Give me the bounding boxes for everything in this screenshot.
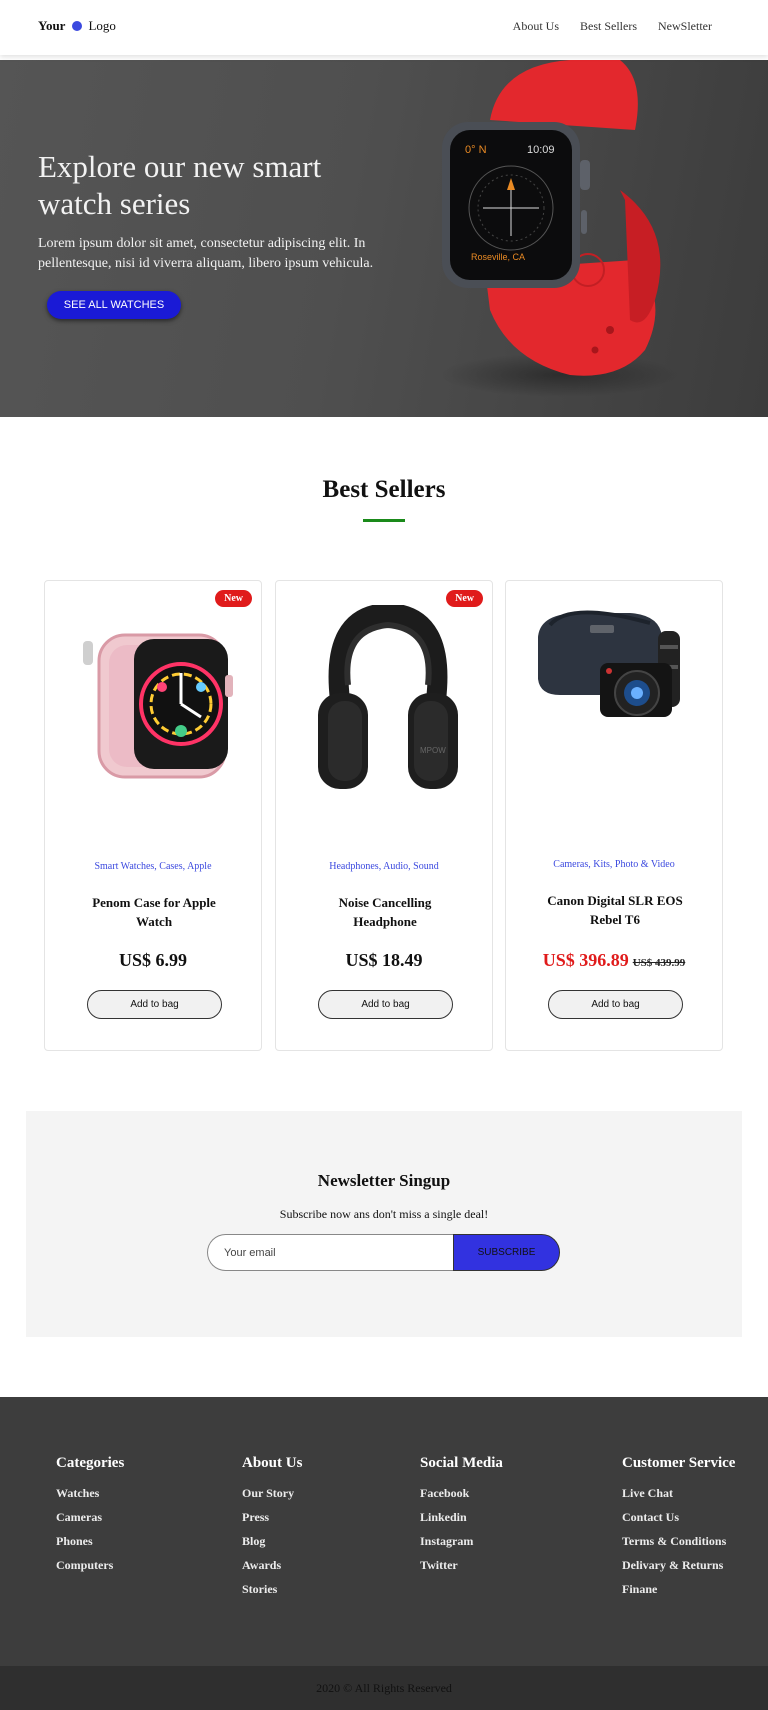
footer-link-twitter[interactable]: Twitter (420, 1553, 503, 1577)
add-to-bag-button[interactable]: Add to bag (318, 990, 453, 1019)
price-value: US$ 6.99 (118, 950, 187, 970)
nav-link-about-us[interactable]: About Us (513, 19, 559, 34)
newsletter-form: SUBSCRIBE (207, 1234, 560, 1271)
watch-case-icon (83, 633, 233, 779)
newsletter-section: Newsletter Singup Subscribe now ans don'… (26, 1111, 742, 1337)
footer-link-terms[interactable]: Terms & Conditions (622, 1529, 735, 1553)
footer-link-press[interactable]: Press (242, 1505, 302, 1529)
headphone-icon: MPOW (318, 605, 458, 789)
footer-link-finance[interactable]: Finane (622, 1577, 735, 1601)
product-card: New Smart Watches, Cases, Apple Penom Ca… (44, 580, 262, 1051)
logo-dot-icon (72, 21, 83, 31)
footer-link-computers[interactable]: Computers (56, 1553, 124, 1577)
footer-link-our-story[interactable]: Our Story (242, 1481, 302, 1505)
site-footer: Categories Watches Cameras Phones Comput… (0, 1397, 768, 1666)
price-value: US$ 18.49 (345, 950, 423, 970)
logo-word-your: Your (38, 18, 66, 33)
sale-price-value: US$ 396.89 (542, 950, 629, 970)
footer-link-linkedin[interactable]: Linkedin (420, 1505, 503, 1529)
title-underline (363, 519, 405, 522)
top-navbar: Your Logo About Us Best Sellers NewSlett… (0, 0, 768, 55)
hero-title: Explore our new smart watch series (38, 149, 322, 221)
nav-link-best-sellers[interactable]: Best Sellers (580, 19, 637, 34)
footer-link-awards[interactable]: Awards (242, 1553, 302, 1577)
copyright-bar: 2020 © All Rights Reserved (0, 1666, 768, 1710)
subscribe-button[interactable]: SUBSCRIBE (453, 1234, 560, 1271)
product-name[interactable]: Noise Cancelling Headphone (310, 893, 460, 931)
best-sellers-title: Best Sellers (322, 476, 446, 503)
footer-column-about-us: About Us Our Story Press Blog Awards Sto… (242, 1455, 302, 1601)
product-card: New MPOW Headphones, Audio, Sound Noise … (275, 580, 493, 1051)
footer-column-title: Social Media (420, 1455, 503, 1471)
hero-banner: Explore our new smart watch series Lorem… (0, 60, 768, 417)
footer-link-stories[interactable]: Stories (242, 1577, 302, 1601)
old-price-value: US$ 439.99 (632, 957, 686, 969)
see-all-watches-button[interactable]: SEE ALL WATCHES (47, 291, 181, 319)
newsletter-title: Newsletter Singup (317, 1171, 451, 1190)
watch-heading-text: 0° N (465, 144, 487, 156)
product-price: US$ 396.89 US$ 439.99 (506, 950, 722, 971)
add-to-bag-button[interactable]: Add to bag (548, 990, 683, 1019)
camera-kit-icon (538, 610, 680, 717)
footer-column-social-media: Social Media Facebook Linkedin Instagram… (420, 1455, 503, 1577)
watch-location-text: Roseville, CA (471, 252, 525, 262)
product-price: US$ 18.49 (276, 950, 492, 971)
product-categories[interactable]: Cameras, Kits, Photo & Video (506, 859, 722, 870)
footer-link-cameras[interactable]: Cameras (56, 1505, 124, 1529)
footer-link-phones[interactable]: Phones (56, 1529, 124, 1553)
footer-link-live-chat[interactable]: Live Chat (622, 1481, 735, 1505)
product-name[interactable]: Canon Digital SLR EOS Rebel T6 (540, 891, 690, 929)
smart-watch-image: 0° N 10:09 Roseville, CA (440, 60, 680, 397)
footer-column-customer-service: Customer Service Live Chat Contact Us Te… (622, 1455, 735, 1601)
product-price: US$ 6.99 (45, 950, 261, 971)
footer-link-contact-us[interactable]: Contact Us (622, 1505, 735, 1529)
product-categories[interactable]: Headphones, Audio, Sound (276, 861, 492, 872)
footer-link-facebook[interactable]: Facebook (420, 1481, 503, 1505)
logo-word-logo: Logo (88, 18, 116, 33)
hero-text: Lorem ipsum dolor sit amet, consectetur … (38, 236, 374, 271)
footer-column-categories: Categories Watches Cameras Phones Comput… (56, 1455, 124, 1577)
newsletter-subtitle: Subscribe now ans don't miss a single de… (279, 1207, 489, 1221)
main-nav: About Us Best Sellers NewSletter (513, 19, 712, 34)
footer-link-instagram[interactable]: Instagram (420, 1529, 503, 1553)
footer-link-delivery-returns[interactable]: Delivary & Returns (622, 1553, 735, 1577)
nav-link-newsletter[interactable]: NewSletter (658, 19, 712, 34)
svg-text:MPOW: MPOW (420, 746, 446, 755)
product-card: Cameras, Kits, Photo & Video Canon Digit… (505, 580, 723, 1051)
add-to-bag-button[interactable]: Add to bag (87, 990, 222, 1019)
footer-link-blog[interactable]: Blog (242, 1529, 302, 1553)
watch-time-text: 10:09 (527, 144, 555, 156)
email-input[interactable] (207, 1234, 453, 1271)
product-categories[interactable]: Smart Watches, Cases, Apple (45, 861, 261, 872)
footer-column-title: Customer Service (622, 1455, 736, 1471)
site-logo[interactable]: Your Logo (38, 18, 116, 34)
product-name[interactable]: Penom Case for Apple Watch (79, 893, 229, 931)
footer-column-title: About Us (242, 1455, 303, 1471)
footer-link-watches[interactable]: Watches (56, 1481, 124, 1505)
footer-column-title: Categories (56, 1455, 125, 1471)
